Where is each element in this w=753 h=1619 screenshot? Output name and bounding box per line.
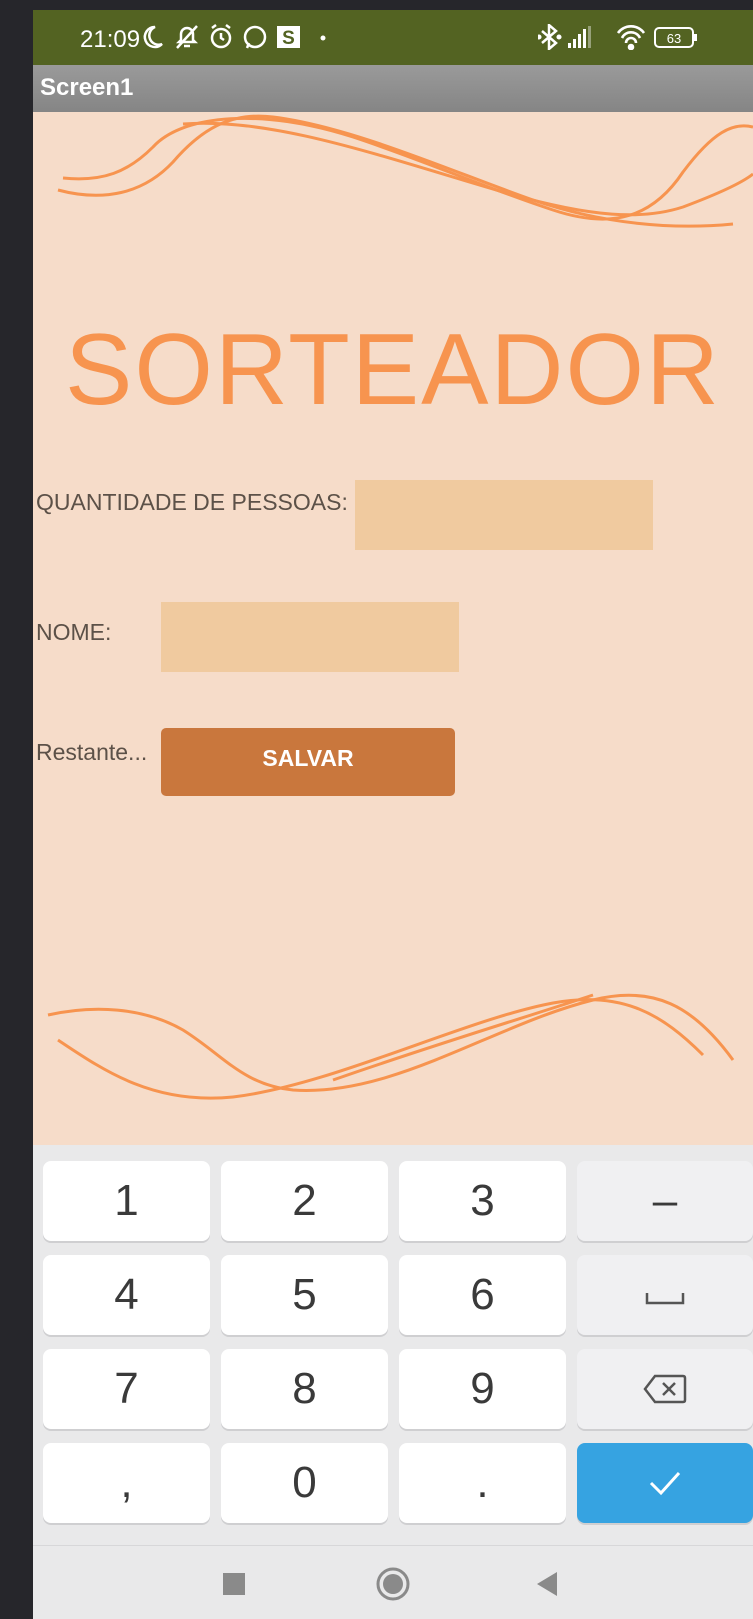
key-0[interactable]: 0 xyxy=(221,1443,388,1523)
remaining-label: Restante... xyxy=(36,739,148,765)
name-input[interactable] xyxy=(161,602,459,672)
moon-icon xyxy=(143,25,163,49)
space-key[interactable] xyxy=(577,1255,753,1335)
app-title: SORTEADOR xyxy=(65,314,721,426)
screen-title: Screen1 xyxy=(40,74,134,101)
alarm-icon xyxy=(210,24,232,49)
status-bar: 21:09 S 63 xyxy=(33,10,753,65)
key-3[interactable]: 3 xyxy=(399,1161,566,1241)
top-wave-decoration xyxy=(57,114,753,228)
key-4[interactable]: 4 xyxy=(43,1255,210,1335)
status-icons-right: 63 xyxy=(538,24,697,50)
key-9[interactable]: 9 xyxy=(399,1349,566,1429)
space-icon xyxy=(645,1293,685,1305)
backspace-icon xyxy=(643,1374,687,1404)
name-label: NOME: xyxy=(36,619,112,645)
dot-icon xyxy=(320,35,326,41)
key-6[interactable]: 6 xyxy=(399,1255,566,1335)
key-5[interactable]: 5 xyxy=(221,1255,388,1335)
check-icon xyxy=(649,1471,681,1496)
key-period[interactable]: . xyxy=(399,1443,566,1523)
bottom-wave-decoration xyxy=(47,993,735,1100)
bell-off-icon xyxy=(175,25,199,49)
whatsapp-icon xyxy=(243,25,267,49)
svg-text:S: S xyxy=(282,28,295,49)
people-count-input[interactable] xyxy=(355,480,653,550)
battery-icon: 63 xyxy=(654,27,697,48)
s-app-icon: S xyxy=(277,26,300,49)
backspace-key[interactable] xyxy=(577,1349,753,1429)
key-8[interactable]: 8 xyxy=(221,1349,388,1429)
battery-level: 63 xyxy=(667,31,681,46)
signal-icon xyxy=(568,26,591,48)
status-time: 21:09 xyxy=(80,26,141,53)
key-comma[interactable]: , xyxy=(43,1443,210,1523)
navigation-bar xyxy=(33,1545,753,1619)
key-7[interactable]: 7 xyxy=(43,1349,210,1429)
numeric-keyboard: 1 2 3 – 4 5 6 7 8 9 , 0 . xyxy=(33,1145,753,1545)
recents-icon[interactable] xyxy=(223,1573,245,1595)
home-icon[interactable] xyxy=(376,1567,410,1601)
title-bar: Screen1 xyxy=(33,65,753,112)
bluetooth-icon xyxy=(538,24,562,50)
key-dash[interactable]: – xyxy=(577,1161,753,1241)
nav-buttons xyxy=(223,1567,557,1601)
wifi-icon xyxy=(616,25,646,50)
done-key[interactable] xyxy=(577,1443,753,1523)
key-1[interactable]: 1 xyxy=(43,1161,210,1241)
people-count-label: QUANTIDADE DE PESSOAS: xyxy=(36,489,348,515)
save-button[interactable]: SALVAR xyxy=(161,728,455,796)
app-content: SORTEADOR QUANTIDADE DE PESSOAS: NOME: R… xyxy=(33,112,753,1145)
key-2[interactable]: 2 xyxy=(221,1161,388,1241)
phone-screen: 21:09 S 63 Screen1 SORTEADOR QUANTIDADE … xyxy=(33,10,753,1619)
status-icons-left: S xyxy=(143,24,326,49)
back-icon[interactable] xyxy=(537,1572,557,1596)
